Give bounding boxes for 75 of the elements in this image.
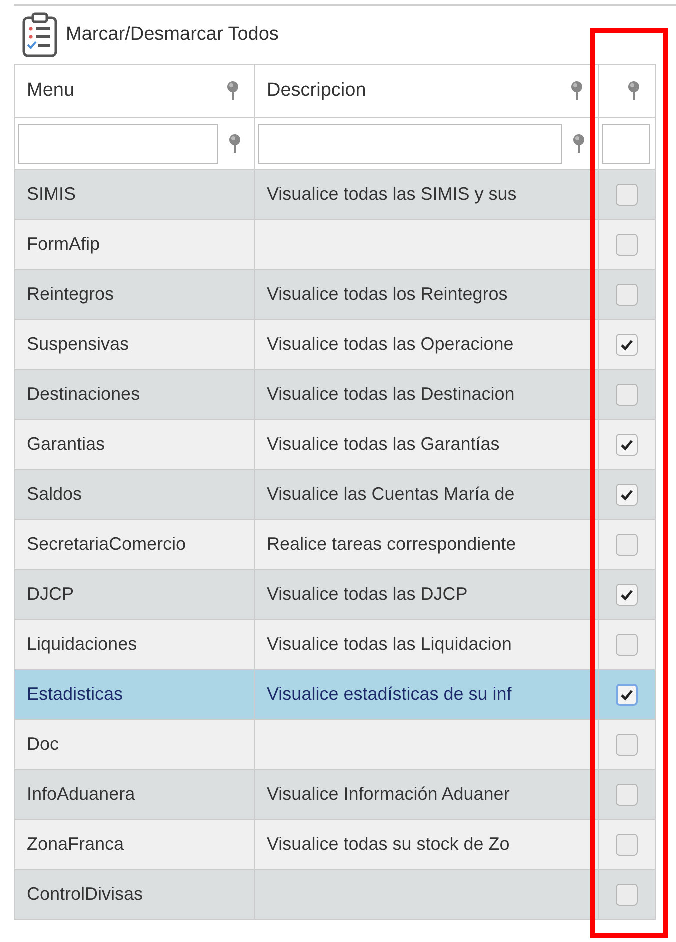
menu-name: Suspensivas [27, 334, 130, 355]
checkbox[interactable] [616, 884, 638, 906]
checkbox[interactable] [616, 834, 638, 856]
checkbox[interactable] [616, 384, 638, 406]
filter-field[interactable] [602, 124, 650, 164]
checkbox[interactable] [616, 784, 638, 806]
checkbox[interactable] [616, 634, 638, 656]
checkbox[interactable] [616, 184, 638, 206]
description-text: Visualice todas los Reintegros [267, 284, 508, 305]
checkmark-icon [620, 338, 634, 352]
checkmark-icon [620, 588, 634, 602]
table-row[interactable]: Garantias Visualice todas las Garantías [15, 420, 656, 470]
description-text: Visualice todas las Liquidacion [267, 634, 512, 655]
menu-name: Reintegros [27, 284, 114, 305]
menu-name: Liquidaciones [27, 634, 138, 655]
description-text: Visualice estadísticas de su inf [267, 684, 512, 705]
checkbox[interactable] [616, 584, 638, 606]
checkbox[interactable] [616, 334, 638, 356]
description-text: Visualice todas las Operacione [267, 334, 514, 355]
pin-icon[interactable] [627, 81, 641, 101]
pin-icon[interactable] [572, 134, 586, 154]
checkbox[interactable] [616, 434, 638, 456]
description-text: Visualice todas las SIMIS y sus [267, 184, 517, 205]
checkmark-icon [620, 438, 634, 452]
table-row[interactable]: Estadisticas Visualice estadísticas de su inf [15, 670, 656, 720]
menu-name: InfoAduanera [27, 784, 136, 805]
column-header[interactable] [599, 64, 656, 118]
menu-name: Estadisticas [27, 684, 124, 705]
pin-icon[interactable] [226, 81, 240, 101]
menu-name: Garantias [27, 434, 106, 455]
clipboard-checklist-icon[interactable] [22, 12, 58, 58]
filter-field[interactable] [258, 124, 562, 164]
table-row[interactable]: Doc [15, 720, 656, 770]
checkbox[interactable] [616, 284, 638, 306]
table-row[interactable]: DJCP Visualice todas las DJCP [15, 570, 656, 620]
description-text: Visualice las Cuentas María de [267, 484, 515, 505]
table-row[interactable]: FormAfip [15, 220, 656, 270]
description-text: Visualice todas las Destinacion [267, 384, 515, 405]
checkmark-icon [620, 488, 634, 502]
checkbox[interactable] [616, 234, 638, 256]
toggle-all-label[interactable]: Marcar/Desmarcar Todos [66, 24, 279, 46]
description-text: Visualice Información Aduaner [267, 784, 510, 805]
checkbox[interactable] [616, 684, 638, 706]
table-row[interactable]: Destinaciones Visualice todas las Destinacion [15, 370, 656, 420]
menu-name: Destinaciones [27, 384, 140, 405]
filter-field[interactable] [18, 124, 218, 164]
checkbox[interactable] [616, 734, 638, 756]
table-row[interactable]: Liquidaciones Visualice todas las Liquidacion [15, 620, 656, 670]
checkbox[interactable] [616, 534, 638, 556]
table-row[interactable]: InfoAduanera Visualice Información Aduaner [15, 770, 656, 820]
description-text: Visualice todas las Garantías [267, 434, 500, 455]
menu-name: SIMIS [27, 184, 76, 205]
table-row[interactable]: Saldos Visualice las Cuentas María de [15, 470, 656, 520]
column-header[interactable]: Menu [15, 64, 255, 118]
table-row[interactable]: Reintegros Visualice todas los Reintegros [15, 270, 656, 320]
table-row[interactable]: SecretariaComercio Realice tareas correspondiente [15, 520, 656, 570]
menu-name: Saldos [27, 484, 82, 505]
menu-name: FormAfip [27, 234, 100, 255]
checkmark-icon [620, 688, 634, 702]
description-text: Visualice todas las DJCP [267, 584, 468, 605]
table-row[interactable]: ZonaFranca Visualice todas su stock de Zo [15, 820, 656, 870]
pin-icon[interactable] [570, 81, 584, 101]
table-row[interactable]: SIMIS Visualice todas las SIMIS y sus [15, 170, 656, 220]
menu-name: SecretariaComercio [27, 534, 186, 555]
description-text: Realice tareas correspondiente [267, 534, 516, 555]
menu-name: ZonaFranca [27, 834, 124, 855]
pin-icon[interactable] [228, 134, 242, 154]
description-text: Visualice todas su stock de Zo [267, 834, 510, 855]
menu-name: ControlDivisas [27, 884, 144, 905]
table-row[interactable]: ControlDivisas [15, 870, 656, 920]
checkbox[interactable] [616, 484, 638, 506]
menu-name: Doc [27, 734, 60, 755]
column-header[interactable]: Descripcion [255, 64, 599, 118]
menu-name: DJCP [27, 584, 74, 605]
table-row[interactable]: Suspensivas Visualice todas las Operacione [15, 320, 656, 370]
